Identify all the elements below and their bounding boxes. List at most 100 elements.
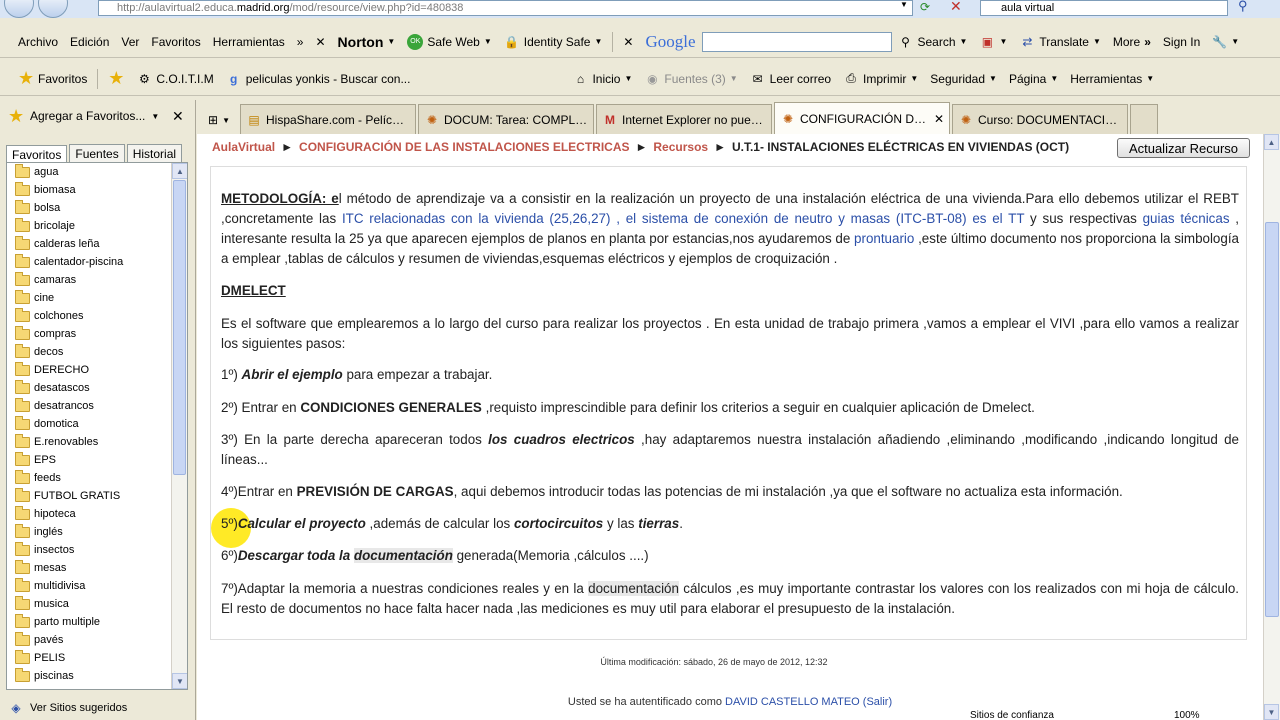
sign-in-link[interactable]: Sign In [1157,30,1206,54]
fav-link-coitim[interactable]: ⚙ C.O.I.T.I.M [130,67,219,91]
favorite-folder[interactable]: feeds [7,469,187,487]
panel-scrollbar[interactable]: ▲ ▼ [171,163,187,689]
safe-web-button[interactable]: OK Safe Web ▼ [401,30,497,54]
close-tab-icon[interactable]: ✕ [934,112,944,126]
favorite-folder[interactable]: agua [7,163,187,181]
favorite-folder[interactable]: biomasa [7,181,187,199]
close-toolbar-icon[interactable]: ✕ [309,30,331,54]
quick-tabs-button[interactable]: ⊞ ▼ [200,106,238,134]
menu-ver[interactable]: Ver [115,30,145,54]
menu-overflow-icon[interactable]: » [291,30,310,54]
favorites-center-button[interactable]: ★ Favoritos [12,67,93,91]
favorite-folder[interactable]: camaras [7,271,187,289]
menu-archivo[interactable]: Archivo [12,30,64,54]
page-scrollbar[interactable]: ▲ ▼ [1263,134,1280,720]
favorite-folder[interactable]: insectos [7,541,187,559]
favorite-folder[interactable]: pavés [7,631,187,649]
update-resource-button[interactable]: Actualizar Recurso [1117,138,1250,158]
menu-favoritos[interactable]: Favoritos [145,30,206,54]
scroll-up-icon[interactable]: ▲ [172,163,187,179]
favorite-folder[interactable]: bricolaje [7,217,187,235]
add-to-favorites-button[interactable]: ★ Agregar a Favoritos... ▼ [8,106,159,126]
printer-icon: ⎙ [846,71,856,85]
refresh-icon[interactable]: ⟳ [920,0,930,14]
favorite-folder[interactable]: compras [7,325,187,343]
add-favorite-button[interactable]: ★ [102,67,130,91]
new-tab-button[interactable] [1130,104,1158,134]
menu-herramientas[interactable]: Herramientas [207,30,291,54]
favorite-folder[interactable]: cine [7,289,187,307]
step-7: 7º)Adaptar la memoria a nuestras condici… [221,579,1239,619]
breadcrumb-link[interactable]: CONFIGURACIÓN DE LAS INSTALACIONES ELECT… [299,140,629,154]
favorite-folder[interactable]: FUTBOL GRATIS [7,487,187,505]
fav-link-peliculas[interactable]: g peliculas yonkis - Buscar con... [220,67,417,91]
favorite-folder[interactable]: piscinas [7,667,187,685]
favorite-folder[interactable]: calentador-piscina [7,253,187,271]
zoom-level[interactable]: 100% [1174,710,1200,720]
google-search-button[interactable]: ⚲ Search ▼ [892,30,974,54]
favorite-folder[interactable]: domotica [7,415,187,433]
feeds-button[interactable]: ◉ Fuentes (3) ▼ [638,67,743,91]
prontuario-link[interactable]: prontuario [854,231,914,246]
favorite-folder[interactable]: calderas leña [7,235,187,253]
favorite-folder[interactable]: hipoteca [7,505,187,523]
browser-tab[interactable]: ✺ DOCUM: Tarea: COMPLETAR... [418,104,594,134]
suggested-sites-link[interactable]: ◈ Ver Sitios sugeridos [8,700,127,716]
user-logout-link[interactable]: DAVID CASTELLO MATEO (Salir) [725,696,892,708]
breadcrumb-link[interactable]: AulaVirtual [212,140,275,154]
favorite-folder[interactable]: colchones [7,307,187,325]
print-button[interactable]: ⎙ Imprimir ▼ [837,67,924,91]
browser-tab[interactable]: ✺ Curso: DOCUMENTACIÓN DE... [952,104,1128,134]
favorite-folder[interactable]: decos [7,343,187,361]
search-icon[interactable]: ⚲ [1238,0,1248,14]
favorite-folder[interactable]: bolsa [7,199,187,217]
more-button[interactable]: More» [1107,30,1157,54]
identity-safe-button[interactable]: 🔒 Identity Safe ▼ [498,30,609,54]
stop-icon[interactable]: ✕ [950,0,962,15]
itc-link[interactable]: ITC relacionadas con la vivienda (25,26,… [342,211,611,226]
translate-button[interactable]: ⇄ Translate ▼ [1013,30,1107,54]
favorite-folder[interactable]: multidivisa [7,577,187,595]
panel-scroll-thumb[interactable] [173,180,186,475]
page-menu[interactable]: Página ▼ [1003,67,1064,91]
favorite-folder[interactable]: E.renovables [7,433,187,451]
favorite-folder[interactable]: musica [7,595,187,613]
address-input[interactable]: http://aulavirtual2.educa.madrid.org/mod… [98,0,913,16]
favorite-folder[interactable]: PELIS [7,649,187,667]
page-scroll-thumb[interactable] [1265,222,1279,617]
browser-tab-active[interactable]: ✺ CONFIGURACIÓN DE LAS... ✕ [774,102,950,134]
favorite-folder[interactable]: EPS [7,451,187,469]
browser-tab[interactable]: M Internet Explorer no puede ... [596,104,772,134]
close-panel-icon[interactable]: ✕ [172,108,184,125]
google-search-input[interactable] [701,31,892,52]
favorite-folder[interactable]: mesas [7,559,187,577]
favorite-folder[interactable]: DERECHO [7,361,187,379]
scroll-down-icon[interactable]: ▼ [172,673,187,689]
tab-historial[interactable]: Historial [126,144,183,163]
popup-blocker-button[interactable]: ▣ ▼ [973,30,1013,54]
read-mail-button[interactable]: ✉ Leer correo [744,67,837,91]
favorite-folder[interactable]: inglés [7,523,187,541]
back-button[interactable] [4,0,34,18]
address-dropdown-icon[interactable]: ▼ [897,0,911,16]
neutral-system-link[interactable]: el sistema de conexión de neutro y masas… [626,211,1025,226]
live-search-input[interactable]: aula virtual [980,0,1228,16]
close-google-toolbar-icon[interactable]: ✕ [617,30,639,54]
favorite-folder[interactable]: parto multiple [7,613,187,631]
menu-edicion[interactable]: Edición [64,30,115,54]
moodle-favicon-icon: ✺ [782,111,794,126]
favorite-folder[interactable]: desatascos [7,379,187,397]
browser-tab[interactable]: ▤ HispaShare.com - Película "Vi... [240,104,416,134]
favorite-folder[interactable]: desatrancos [7,397,187,415]
tools-menu[interactable]: Herramientas ▼ [1064,67,1160,91]
breadcrumb-link[interactable]: Recursos [653,140,708,154]
forward-button[interactable] [38,0,68,18]
technical-guides-link[interactable]: guias técnicas [1143,211,1230,226]
security-menu[interactable]: Seguridad ▼ [924,67,1003,91]
tab-fuentes[interactable]: Fuentes [69,144,125,163]
norton-button[interactable]: Norton ▼ [332,30,402,54]
folder-icon [15,307,30,322]
scroll-up-icon[interactable]: ▲ [1264,134,1279,150]
wrench-icon[interactable]: 🔧 ▼ [1206,30,1245,54]
home-button[interactable]: ⌂ Inicio ▼ [566,67,638,91]
